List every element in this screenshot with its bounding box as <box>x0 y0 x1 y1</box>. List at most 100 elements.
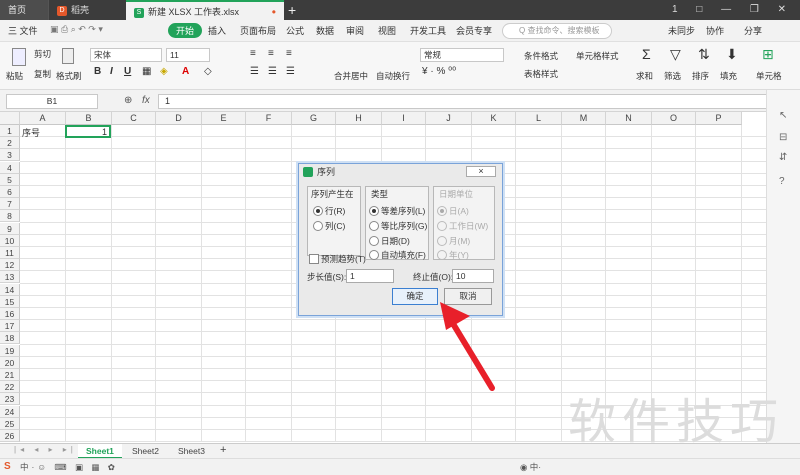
column-header[interactable]: N <box>606 112 652 125</box>
column-header[interactable]: C <box>112 112 156 125</box>
copy-button[interactable]: 复制 <box>34 68 51 80</box>
column-header[interactable]: E <box>202 112 246 125</box>
paste-button[interactable]: 粘贴 <box>6 70 23 82</box>
ime-toolbar[interactable]: 中·☺ ⌨ ▣ ▦ ✿ <box>20 461 118 473</box>
merge-center-button[interactable]: 合并居中 <box>334 70 368 82</box>
align-left-icon[interactable]: ☰ <box>250 66 259 77</box>
font-size-select[interactable]: 11 <box>166 48 210 62</box>
cell-b1-selected[interactable]: 1 <box>65 125 111 138</box>
tab-home[interactable]: 首页 <box>0 0 48 20</box>
menu-start[interactable]: 开始 <box>168 23 203 38</box>
column-header[interactable]: F <box>246 112 292 125</box>
row-header[interactable]: 24 <box>0 405 20 418</box>
add-sheet-button[interactable]: + <box>212 444 234 459</box>
help-icon[interactable]: ? <box>779 176 785 187</box>
row-header[interactable]: 1 <box>0 125 20 137</box>
sidebar-select-icon[interactable]: ↖ <box>779 110 787 121</box>
row-header[interactable]: 21 <box>0 369 20 381</box>
sort-button[interactable]: 排序 <box>692 70 709 82</box>
formula-input[interactable]: 1 <box>158 94 772 109</box>
sum-button[interactable]: 求和 <box>636 70 653 82</box>
filter-button[interactable]: 筛选 <box>664 70 681 82</box>
share-button[interactable]: 分享 <box>744 24 762 37</box>
menu-member[interactable]: 会员专享 <box>456 24 492 37</box>
fill-button[interactable]: 填充 <box>720 70 737 82</box>
column-header[interactable]: A <box>20 112 66 125</box>
menu-data[interactable]: 数据 <box>316 24 334 37</box>
cut-button[interactable]: 剪切 <box>34 48 51 60</box>
row-header[interactable]: 12 <box>0 259 20 272</box>
row-header[interactable]: 9 <box>0 222 20 235</box>
number-format-select[interactable]: 常规 <box>420 48 504 62</box>
column-header[interactable]: D <box>156 112 202 125</box>
collab-button[interactable]: 协作 <box>706 24 724 37</box>
font-color-icon[interactable]: A <box>182 66 189 77</box>
tab-workbook[interactable]: S 新建 XLSX 工作表.xlsx • <box>126 0 284 20</box>
column-header[interactable]: J <box>426 112 472 125</box>
menu-developer[interactable]: 开发工具 <box>410 24 446 37</box>
row-header[interactable]: 14 <box>0 283 20 296</box>
menu-page-layout[interactable]: 页面布局 <box>240 24 276 37</box>
row-header[interactable]: 13 <box>0 271 20 284</box>
origin-col-radio[interactable]: 列(C) <box>313 220 345 232</box>
dialog-close-button[interactable]: × <box>466 166 496 177</box>
align-center-icon[interactable]: ☰ <box>268 66 277 77</box>
menu-review[interactable]: 审阅 <box>346 24 364 37</box>
stop-value-input[interactable]: 10 <box>452 269 494 283</box>
sheet-nav-arrows[interactable]: |◂ ◂ ▸ ▸| <box>14 445 77 454</box>
tab-docer[interactable]: D 稻壳 <box>48 0 126 20</box>
sheet-tab-2[interactable]: Sheet2 <box>124 444 167 459</box>
type-linear-radio[interactable]: 等差序列(L) <box>369 205 425 217</box>
new-tab-button[interactable]: + <box>288 0 296 20</box>
date-month-radio[interactable]: 月(M) <box>437 235 470 247</box>
column-header[interactable]: M <box>562 112 606 125</box>
row-header[interactable]: 15 <box>0 295 20 308</box>
currency-icon[interactable]: ¥ · % ⁰⁰ <box>422 66 456 77</box>
row-header[interactable]: 4 <box>0 161 20 174</box>
row-header[interactable]: 8 <box>0 210 20 223</box>
select-all-corner[interactable] <box>0 112 20 125</box>
table-style-button[interactable]: 表格样式 <box>524 68 558 80</box>
font-select[interactable]: 宋体 <box>90 48 162 62</box>
cell-style-button[interactable]: 单元格样式 <box>576 50 619 62</box>
row-header[interactable]: 17 <box>0 320 20 333</box>
column-header[interactable]: B <box>66 112 112 125</box>
row-header[interactable]: 7 <box>0 198 20 211</box>
border-icon[interactable]: ▦ <box>142 66 151 77</box>
column-header[interactable]: H <box>336 112 382 125</box>
fx-icon[interactable]: fx <box>142 95 150 106</box>
row-header[interactable]: 16 <box>0 308 20 320</box>
align-right-icon[interactable]: ☰ <box>286 66 295 77</box>
window-controls[interactable]: 1 □ — ❐ ✕ <box>672 0 794 20</box>
wrap-text-button[interactable]: 自动换行 <box>376 70 410 82</box>
name-box[interactable]: B1 <box>6 94 98 109</box>
menu-view[interactable]: 视图 <box>378 24 396 37</box>
date-workday-radio[interactable]: 工作日(W) <box>437 220 488 232</box>
row-header[interactable]: 3 <box>0 149 20 162</box>
column-header[interactable]: G <box>292 112 336 125</box>
row-header[interactable]: 22 <box>0 381 20 394</box>
quick-access-icons[interactable]: ▣ ⎙ ⌕ ↶ ↷ ▾ <box>50 24 103 35</box>
row-header[interactable]: 23 <box>0 393 20 406</box>
row-header[interactable]: 18 <box>0 332 20 345</box>
column-header[interactable]: I <box>382 112 426 125</box>
align-middle-icon[interactable]: ≡ <box>268 48 274 59</box>
date-day-radio[interactable]: 日(A) <box>437 205 469 217</box>
trend-checkbox[interactable]: 预测趋势(T) <box>309 253 366 265</box>
row-header[interactable]: 19 <box>0 344 20 357</box>
align-bottom-icon[interactable]: ≡ <box>286 48 292 59</box>
fill-color-icon[interactable]: ◈ <box>160 66 168 77</box>
type-growth-radio[interactable]: 等比序列(G) <box>369 220 427 232</box>
conditional-format-button[interactable]: 条件格式 <box>524 50 558 62</box>
row-header[interactable]: 20 <box>0 356 20 369</box>
type-autofill-radio[interactable]: 自动填充(F) <box>369 249 426 261</box>
sync-status[interactable]: 未同步 <box>668 24 695 37</box>
row-header[interactable]: 10 <box>0 234 20 247</box>
row-header[interactable]: 11 <box>0 247 20 259</box>
origin-row-radio[interactable]: 行(R) <box>313 205 345 217</box>
italic-button[interactable]: I <box>110 66 113 77</box>
align-top-icon[interactable]: ≡ <box>250 48 256 59</box>
menu-formula[interactable]: 公式 <box>286 24 304 37</box>
row-header[interactable]: 2 <box>0 137 20 150</box>
column-header[interactable]: L <box>516 112 562 125</box>
